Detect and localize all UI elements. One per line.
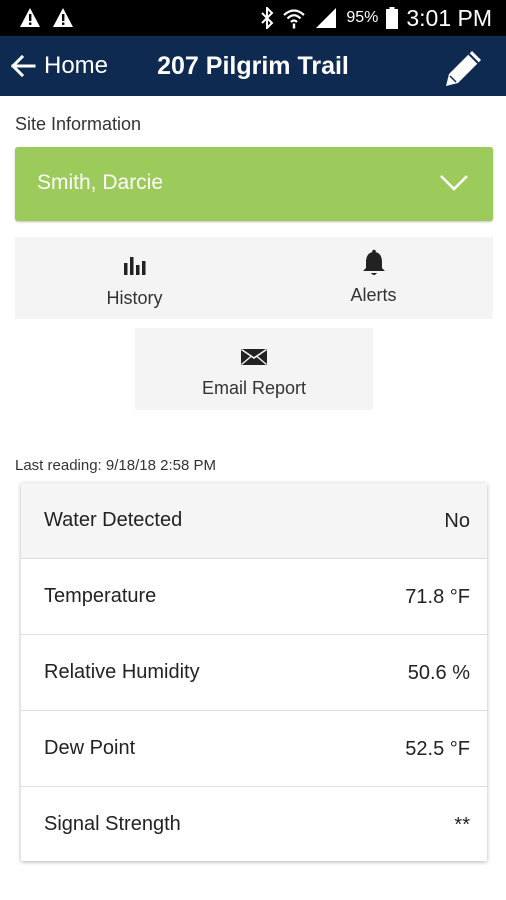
readings-card: Water Detected No Temperature 71.8 °F Re… [21,483,487,861]
reading-value: No [444,510,470,532]
reading-row-relative-humidity: Relative Humidity 50.6 % [21,635,487,711]
alerts-button[interactable]: Alerts [254,237,493,319]
reading-value: 52.5 °F [405,738,470,760]
chevron-down-icon [440,175,468,191]
warning-icon [20,8,40,27]
bell-icon [362,249,385,275]
owner-dropdown[interactable]: Smith, Darcie [15,147,493,221]
bluetooth-icon [261,7,274,29]
back-label: Home [44,52,109,79]
reading-label: Temperature [44,585,157,607]
reading-value: 71.8 °F [405,586,470,608]
history-label: History [106,288,163,308]
reading-label: Relative Humidity [44,661,200,683]
clock: 3:01 PM [406,4,492,31]
reading-row-temperature: Temperature 71.8 °F [21,559,487,635]
reading-value: 50.6 % [407,662,470,684]
pencil-icon[interactable] [442,46,486,90]
app-bar: Home 207 Pilgrim Trail [0,36,506,96]
wifi-icon [283,9,306,29]
battery-percent: 95% [346,9,379,26]
email-report-button[interactable]: Email Report [135,328,373,410]
last-reading-timestamp: Last reading: 9/18/18 2:58 PM [15,457,216,474]
site-information-label: Site Information [15,114,142,134]
reading-value: ** [454,814,470,836]
alerts-label: Alerts [350,285,397,305]
reading-row-water-detected: Water Detected No [21,483,487,559]
owner-name: Smith, Darcie [37,171,164,194]
warning-icon [53,8,73,27]
reading-label: Dew Point [44,737,136,759]
arrow-left-icon [10,54,36,78]
bar-chart-icon [123,257,145,275]
reading-row-dew-point: Dew Point 52.5 °F [21,711,487,787]
reading-label: Signal Strength [44,813,181,835]
status-bar: 95% 3:01 PM [0,0,506,36]
email-report-label: Email Report [201,378,307,398]
reading-label: Water Detected [44,509,183,531]
battery-icon [386,7,399,29]
envelope-icon [241,348,267,366]
back-button[interactable]: Home [10,36,108,96]
reading-row-signal-strength: Signal Strength ** [21,787,487,862]
history-button[interactable]: History [15,237,254,319]
action-buttons: History Alerts [15,237,493,319]
signal-icon [316,8,337,28]
